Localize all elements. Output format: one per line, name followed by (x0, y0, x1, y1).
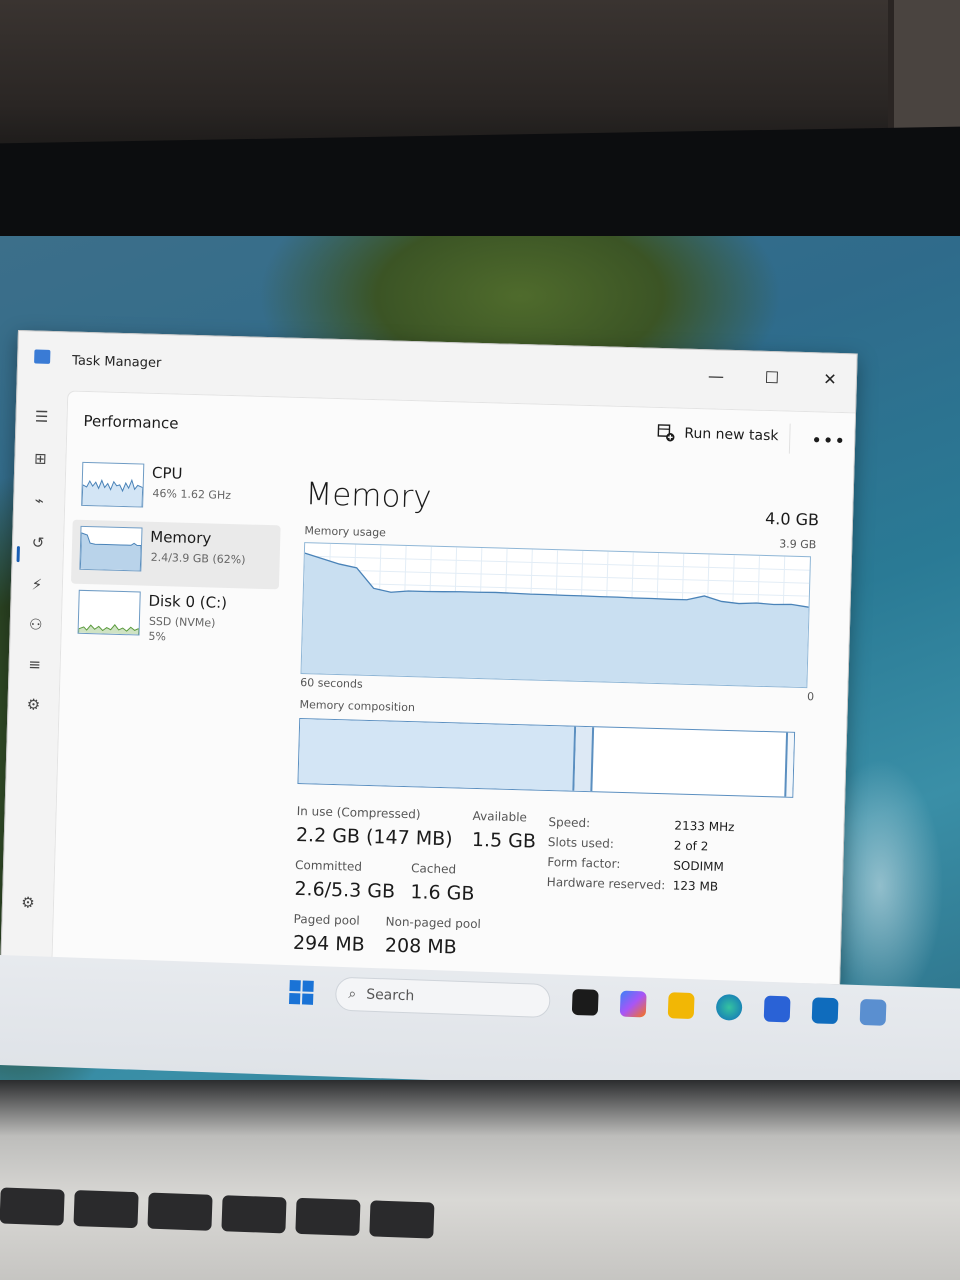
store-icon[interactable] (763, 995, 791, 1023)
cached-value: 1.6 GB (410, 881, 475, 905)
cached-label: Cached (410, 861, 457, 877)
startup-icon[interactable]: ⚡ (24, 571, 51, 598)
memory-usage-label: Memory usage (304, 524, 387, 540)
app-history-icon[interactable]: ↺ (25, 529, 52, 556)
task-manager-window: Task Manager — ☐ ✕ ☰ ⊞ ⌁ ↺ ⚡ ⚇ ≡ ⚙ ⚙ Per… (0, 330, 858, 986)
available-value: 1.5 GB (471, 828, 537, 853)
active-indicator (16, 546, 20, 563)
close-button[interactable]: ✕ (806, 363, 855, 394)
spec-slots-value: 2 of 2 (673, 838, 709, 854)
memory-sparkline (79, 532, 142, 571)
in-use-value: 2.2 GB (147 MB) (295, 823, 453, 851)
spec-hardware-reserved-value: 123 MB (672, 878, 719, 894)
cpu-sparkline (81, 478, 144, 507)
paged-pool-value: 294 MB (292, 931, 366, 956)
device-name: Disk 0 (C:) (148, 591, 228, 612)
page-title: Performance (83, 411, 179, 433)
edge-icon[interactable] (715, 993, 743, 1021)
spec-slots-label: Slots used: (547, 834, 615, 851)
device-detail: SSD (NVMe) (148, 614, 216, 630)
outlook-icon[interactable] (811, 997, 839, 1025)
search-placeholder: Search (365, 986, 415, 1005)
keyboard-key (0, 1187, 65, 1226)
non-paged-pool-value: 208 MB (384, 934, 457, 959)
available-label: Available (472, 808, 528, 825)
run-task-icon (657, 424, 675, 442)
device-item-cpu[interactable]: CPU 46% 1.62 GHz (73, 456, 283, 526)
composition-in-use[interactable] (298, 719, 577, 791)
task-manager-app-icon (34, 349, 51, 364)
spec-hardware-reserved-label: Hardware reserved: (546, 874, 666, 893)
memory-title: Memory (305, 476, 433, 516)
device-item-memory[interactable]: Memory 2.4/3.9 GB (62%) (70, 519, 281, 590)
services-icon[interactable]: ⚙ (20, 691, 47, 718)
task-manager-icon[interactable] (859, 998, 887, 1026)
cpu-thumbnail-graph (81, 461, 145, 508)
memory-composition-label: Memory composition (299, 698, 416, 715)
minimize-button[interactable]: — (692, 360, 741, 391)
committed-label: Committed (294, 857, 363, 874)
device-detail: 2.4/3.9 GB (62%) (150, 550, 246, 567)
keyboard-key (221, 1195, 287, 1234)
committed-value: 2.6/5.3 GB (294, 877, 396, 903)
performance-icon[interactable]: ⌁ (26, 487, 53, 514)
memory-total: 4.0 GB (764, 508, 820, 530)
device-name: CPU (151, 463, 183, 483)
disk-sparkline (78, 624, 140, 635)
keyboard-key (369, 1200, 435, 1239)
spec-form-factor-label: Form factor: (547, 854, 621, 872)
disk-thumbnail-graph (77, 589, 141, 636)
device-item-disk[interactable]: Disk 0 (C:) SSD (NVMe) 5% (69, 584, 279, 654)
laptop-keyboard-deck (0, 1080, 960, 1280)
y-axis-zero-label: 0 (806, 690, 815, 704)
details-icon[interactable]: ≡ (21, 651, 48, 678)
file-explorer-icon[interactable] (667, 992, 695, 1020)
performance-page: Performance Run new task ••• CPU 46% 1.6… (51, 390, 857, 986)
memory-thumbnail-graph (79, 525, 143, 572)
run-new-task-button[interactable]: Run new task (657, 424, 779, 445)
memory-usage-chart (301, 543, 810, 688)
more-options-button[interactable]: ••• (811, 430, 846, 452)
device-name: Memory (150, 527, 212, 548)
paged-pool-label: Paged pool (293, 911, 360, 928)
device-list: CPU 46% 1.62 GHz Memory 2.4/3.9 GB (62%) (69, 456, 282, 654)
copilot-icon[interactable] (619, 990, 647, 1018)
run-new-task-label: Run new task (684, 425, 779, 445)
search-icon: ⌕ (348, 986, 357, 1003)
in-use-label: In use (Compressed) (296, 803, 421, 822)
maximize-button[interactable]: ☐ (748, 361, 797, 392)
composition-modified[interactable] (574, 726, 595, 792)
background-wall (0, 0, 960, 150)
hamburger-icon[interactable]: ☰ (28, 403, 55, 430)
processes-icon[interactable]: ⊞ (27, 445, 54, 472)
keyboard-key (295, 1197, 361, 1236)
device-detail-secondary: 5% (148, 629, 167, 644)
settings-icon[interactable]: ⚙ (15, 889, 42, 916)
keyboard-key (147, 1192, 213, 1231)
composition-free[interactable] (784, 732, 795, 797)
spec-speed-value: 2133 MHz (674, 818, 735, 835)
header-separator (788, 423, 791, 454)
window-title: Task Manager (71, 353, 162, 372)
non-paged-pool-label: Non-paged pool (385, 914, 482, 932)
start-icon[interactable] (288, 979, 314, 1005)
users-icon[interactable]: ⚇ (22, 611, 49, 638)
memory-composition-bar (297, 718, 796, 798)
spec-speed-label: Speed: (548, 815, 591, 831)
memory-usage-graph (300, 542, 811, 689)
spec-form-factor-value: SODIMM (673, 858, 725, 874)
memory-usage-max: 3.9 GB (779, 537, 817, 552)
keyboard-key (73, 1190, 139, 1229)
device-detail: 46% 1.62 GHz (152, 486, 232, 503)
terminal-icon[interactable] (571, 988, 599, 1016)
time-axis-label: 60 seconds (300, 676, 363, 691)
